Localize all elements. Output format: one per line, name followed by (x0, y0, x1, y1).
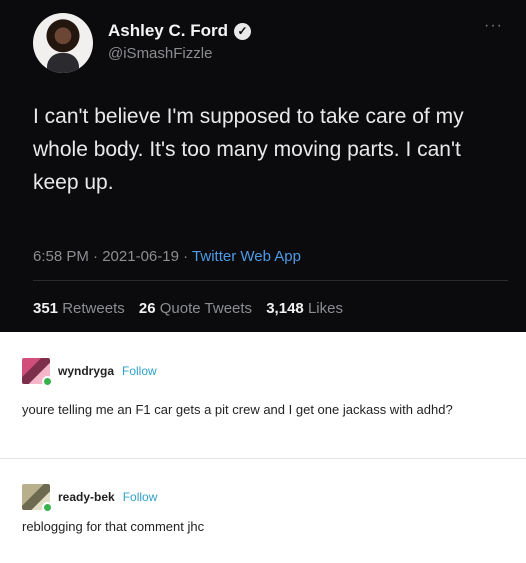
tweet-text: I can't believe I'm supposed to take car… (33, 105, 464, 194)
comment-header: wyndryga Follow (22, 358, 157, 387)
handle[interactable]: @iSmashFizzle (108, 45, 212, 62)
display-name[interactable]: Ashley C. Ford (108, 21, 228, 41)
commenter-avatar[interactable] (22, 358, 53, 387)
likes-stat[interactable]: 3,148 Likes (266, 300, 343, 317)
follow-button[interactable]: Follow (123, 490, 158, 504)
tweet-time[interactable]: 6:58 PM (33, 248, 89, 265)
tweet-header: Ashley C. Ford ✓ @iSmashFizzle ··· (33, 13, 503, 75)
online-badge-icon (42, 376, 53, 387)
comment-text: reblogging for that comment jhc (22, 519, 205, 534)
more-icon[interactable]: ··· (484, 17, 503, 35)
commenter-username[interactable]: ready-bek (58, 490, 115, 504)
retweets-stat[interactable]: 351 Retweets (33, 300, 125, 317)
comment-text: youre telling me an F1 car gets a pit cr… (22, 402, 453, 417)
name-row: Ashley C. Ford ✓ (108, 21, 251, 41)
tweet-source-app[interactable]: Twitter Web App (192, 248, 301, 265)
meta-separator: · (183, 248, 189, 265)
tweet-card: Ashley C. Ford ✓ @iSmashFizzle ··· I can… (0, 0, 526, 332)
retweets-label: Retweets (62, 300, 125, 317)
commenter-username[interactable]: wyndryga (58, 364, 114, 378)
quotes-label: Quote Tweets (159, 300, 253, 317)
comment-header: ready-bek Follow (22, 484, 158, 513)
meta-separator: · (93, 248, 99, 265)
author-avatar[interactable] (33, 13, 93, 73)
divider (0, 458, 526, 459)
quotes-count: 26 (138, 300, 156, 317)
divider (33, 280, 508, 281)
tweet-stats: 351 Retweets 26 Quote Tweets 3,148 Likes (33, 300, 343, 317)
tweet-meta: 6:58 PM · 2021-06-19 · Twitter Web App (33, 248, 301, 265)
quotes-stat[interactable]: 26 Quote Tweets (139, 300, 252, 317)
commenter-avatar[interactable] (22, 484, 53, 513)
retweets-count: 351 (33, 300, 59, 317)
follow-button[interactable]: Follow (122, 364, 157, 378)
likes-label: Likes (307, 300, 343, 317)
verified-icon: ✓ (233, 22, 251, 40)
online-badge-icon (42, 502, 53, 513)
likes-count: 3,148 (266, 300, 304, 317)
tweet-date[interactable]: 2021-06-19 (102, 248, 179, 265)
